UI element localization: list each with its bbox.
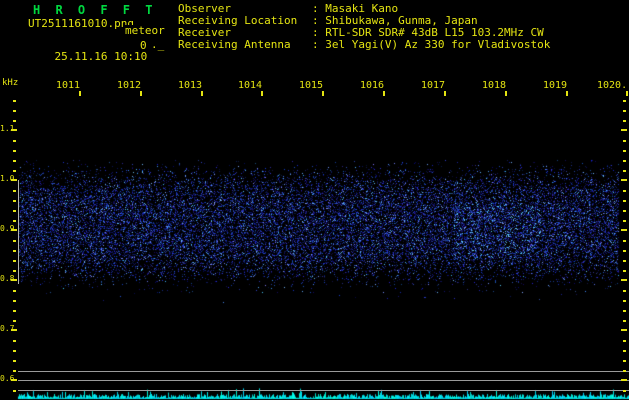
freq-minor-tick-right [623, 170, 626, 172]
freq-minor-tick-right [623, 260, 626, 262]
time-label: 1014 [238, 80, 263, 91]
freq-minor-tick-left [13, 300, 16, 302]
freq-major-tick-right [621, 329, 627, 331]
time-label: 1013 [178, 80, 203, 91]
time-tick [201, 91, 203, 96]
freq-minor-tick-left [13, 340, 16, 342]
output-filename: UT2511161010.png [28, 17, 134, 30]
freq-minor-tick-left [13, 110, 16, 112]
freq-major-tick-left [11, 179, 17, 181]
freq-minor-tick-right [623, 340, 626, 342]
freq-minor-tick-right [623, 100, 626, 102]
freq-major-tick-right [621, 229, 627, 231]
time-label: 1017 [421, 80, 446, 91]
time-tick [140, 91, 142, 96]
time-label: 1012 [117, 80, 142, 91]
freq-unit-label: kHz [2, 78, 19, 88]
freq-minor-tick-left [13, 220, 16, 222]
info-separator: : [312, 38, 319, 51]
freq-minor-tick-left [13, 350, 16, 352]
freq-minor-tick-right [623, 360, 626, 362]
freq-major-tick-left [11, 329, 17, 331]
time-tick [626, 91, 628, 96]
freq-minor-tick-left [13, 200, 16, 202]
time-tick [566, 91, 568, 96]
freq-minor-tick-left [13, 320, 16, 322]
echo-count: 0 [140, 39, 147, 52]
datetime-line: 25.11.16 10:10 [28, 40, 148, 73]
freq-minor-tick-left [13, 370, 16, 372]
freq-minor-tick-right [623, 120, 626, 122]
freq-major-tick-left [11, 229, 17, 231]
freq-minor-tick-right [623, 210, 626, 212]
time-label: 1020. [597, 80, 628, 91]
time-tick [383, 91, 385, 96]
freq-minor-tick-right [623, 320, 626, 322]
freq-minor-tick-left [13, 240, 16, 242]
hrofft-window: H R O F F T UT2511161010.png meteor 25.1… [0, 0, 629, 400]
freq-minor-tick-left [13, 260, 16, 262]
baseline-upper [18, 371, 629, 372]
freq-minor-tick-left [13, 390, 16, 392]
freq-minor-tick-left [13, 170, 16, 172]
info-value: 3el Yagi(V) Az 330 for Vladivostok [325, 38, 551, 51]
freq-minor-tick-right [623, 350, 626, 352]
time-tick [79, 91, 81, 96]
freq-minor-tick-left [13, 160, 16, 162]
freq-minor-tick-left [13, 310, 16, 312]
freq-minor-tick-left [13, 150, 16, 152]
meteor-mode-label: meteor [124, 24, 166, 37]
station-info: Observer: Masaki Kano Receiving Location… [178, 3, 550, 51]
freq-major-tick-right [621, 279, 627, 281]
baseline-mid [18, 380, 629, 381]
freq-minor-tick-right [623, 240, 626, 242]
time-tick [505, 91, 507, 96]
app-title: H R O F F T [33, 3, 157, 17]
freq-major-tick-right [621, 129, 627, 131]
time-tick [322, 91, 324, 96]
freq-minor-tick-left [13, 290, 16, 292]
freq-minor-tick-left [13, 270, 16, 272]
freq-major-tick-right [621, 179, 627, 181]
freq-minor-tick-left [13, 250, 16, 252]
freq-minor-tick-right [623, 200, 626, 202]
freq-minor-tick-left [13, 190, 16, 192]
freq-minor-tick-right [623, 300, 626, 302]
freq-major-tick-left [11, 379, 17, 381]
freq-major-tick-right [621, 379, 627, 381]
time-label: 1011 [56, 80, 81, 91]
freq-minor-tick-left [13, 210, 16, 212]
info-row-antenna: Receiving Antenna: 3el Yagi(V) Az 330 fo… [178, 39, 550, 51]
time-label: 1018 [482, 80, 507, 91]
freq-major-tick-left [11, 129, 17, 131]
freq-minor-tick-left [13, 100, 16, 102]
freq-minor-tick-right [623, 310, 626, 312]
time-tick [261, 91, 263, 96]
freq-minor-tick-right [623, 290, 626, 292]
freq-minor-tick-right [623, 220, 626, 222]
time-label: 1019 [543, 80, 568, 91]
freq-minor-tick-right [623, 190, 626, 192]
time-tick [444, 91, 446, 96]
freq-minor-tick-left [13, 360, 16, 362]
freq-minor-tick-right [623, 160, 626, 162]
freq-minor-tick-left [13, 140, 16, 142]
time-label: 1015 [299, 80, 324, 91]
freq-minor-tick-right [623, 150, 626, 152]
freq-minor-tick-right [623, 140, 626, 142]
baseline-lower [18, 390, 629, 391]
freq-minor-tick-right [623, 110, 626, 112]
date-text: 25.11.16 [54, 50, 108, 63]
freq-minor-tick-right [623, 270, 626, 272]
info-label: Receiving Antenna [178, 38, 291, 51]
freq-major-tick-left [11, 279, 17, 281]
band-left-edge-line [18, 180, 19, 284]
echo-count-marks: ._ [151, 38, 165, 51]
freq-minor-tick-right [623, 250, 626, 252]
freq-minor-tick-right [623, 390, 626, 392]
freq-minor-tick-right [623, 370, 626, 372]
time-label: 1016 [360, 80, 385, 91]
freq-minor-tick-left [13, 120, 16, 122]
